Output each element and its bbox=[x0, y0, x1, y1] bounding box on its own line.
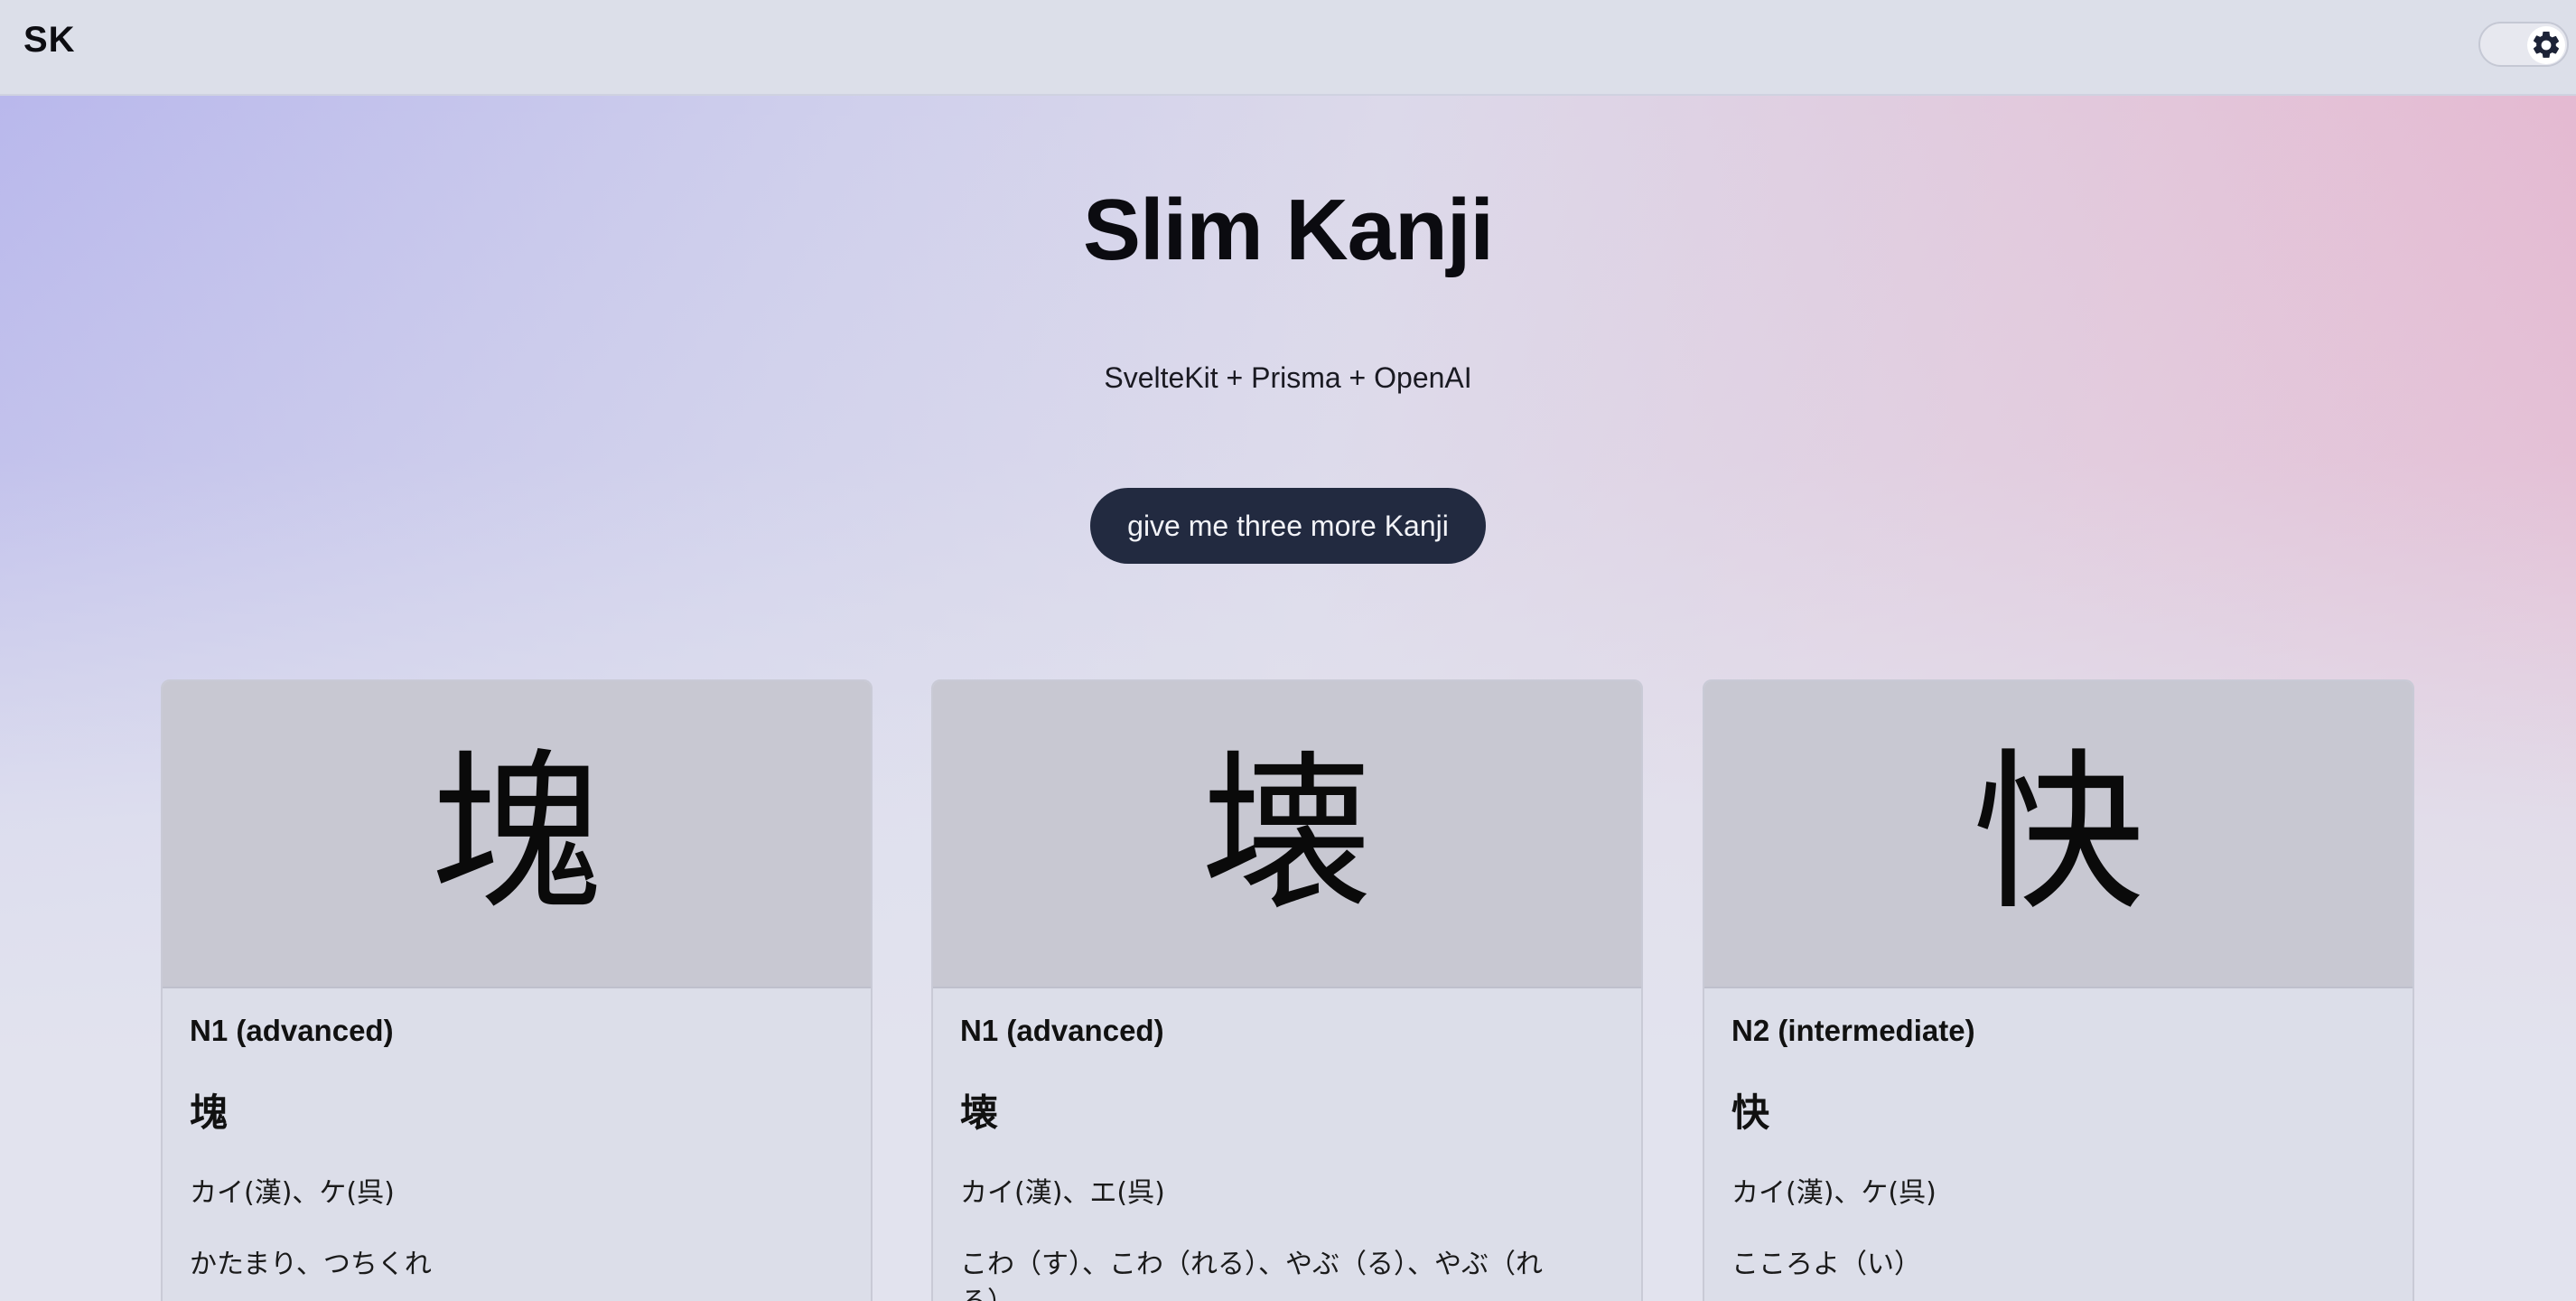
gear-icon bbox=[2533, 31, 2560, 58]
app-logo[interactable]: SK bbox=[23, 20, 76, 61]
kanji-card-body: N1 (advanced) 塊 カイ(漢)、ケ(呉) かたまり、つちくれ bbox=[163, 988, 871, 1284]
kunyomi-reading: こころよ（い） bbox=[1731, 1249, 1921, 1280]
onyomi-reading: カイ(漢)、ケ(呉) bbox=[190, 1177, 395, 1209]
kanji-card-header: 快 bbox=[1704, 681, 2413, 988]
kanji-card-body: N1 (advanced) 壊 カイ(漢)、エ(呉) こわ（す）、こわ（れる）、… bbox=[933, 988, 1641, 1301]
theme-toggle[interactable] bbox=[2478, 22, 2569, 67]
page-title: Slim Kanji bbox=[1082, 182, 1494, 278]
kanji-display: 壊 bbox=[1200, 734, 1373, 933]
top-bar: SK bbox=[0, 0, 2576, 96]
onyomi-reading: カイ(漢)、エ(呉) bbox=[960, 1177, 1165, 1209]
onyomi-reading: カイ(漢)、ケ(呉) bbox=[1731, 1177, 1937, 1209]
toggle-knob bbox=[2527, 26, 2565, 64]
jlpt-level: N2 (intermediate) bbox=[1731, 1014, 1975, 1047]
kanji-heading: 塊 bbox=[190, 1090, 229, 1135]
kanji-card: 快 N2 (intermediate) 快 カイ(漢)、ケ(呉) こころよ（い） bbox=[1703, 679, 2414, 1301]
kanji-display: 快 bbox=[1972, 734, 2144, 933]
jlpt-level: N1 (advanced) bbox=[960, 1014, 1164, 1047]
kanji-card: 壊 N1 (advanced) 壊 カイ(漢)、エ(呉) こわ（す）、こわ（れる… bbox=[931, 679, 1643, 1301]
kanji-card: 塊 N1 (advanced) 塊 カイ(漢)、ケ(呉) かたまり、つちくれ bbox=[161, 679, 873, 1301]
kunyomi-reading: かたまり、つちくれ bbox=[190, 1249, 432, 1280]
kanji-heading: 快 bbox=[1731, 1090, 1770, 1135]
jlpt-level: N1 (advanced) bbox=[190, 1014, 394, 1047]
kanji-card-header: 壊 bbox=[933, 681, 1641, 988]
kanji-card-header: 塊 bbox=[163, 681, 871, 988]
kanji-heading: 壊 bbox=[960, 1090, 999, 1135]
page-subtitle: SvelteKit + Prisma + OpenAI bbox=[1104, 361, 1472, 394]
more-kanji-button[interactable]: give me three more Kanji bbox=[1090, 488, 1486, 564]
kanji-card-body: N2 (intermediate) 快 カイ(漢)、ケ(呉) こころよ（い） bbox=[1704, 988, 2413, 1284]
kanji-display: 塊 bbox=[430, 734, 602, 933]
kunyomi-reading: こわ（す）、こわ（れる）、やぶ（る）、やぶ（れる） bbox=[960, 1249, 1543, 1301]
